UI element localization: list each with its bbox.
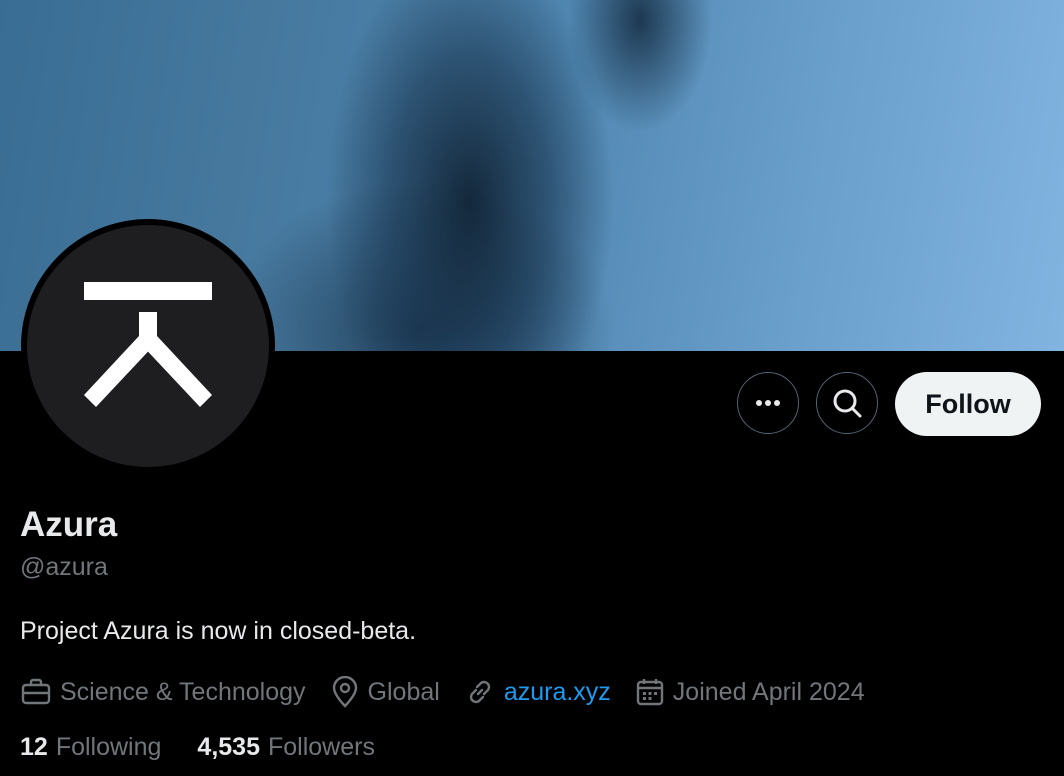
avatar[interactable] (21, 219, 275, 473)
profile-handle: @azura (20, 553, 108, 581)
following-link[interactable]: 12 Following (20, 733, 161, 762)
follow-button[interactable]: Follow (895, 372, 1041, 436)
briefcase-icon (21, 678, 51, 705)
location-item: Global (330, 676, 440, 708)
search-profile-button[interactable] (816, 372, 878, 434)
more-options-button[interactable] (737, 372, 799, 434)
website-link[interactable]: azura.xyz (504, 678, 611, 707)
avatar-image (27, 225, 269, 467)
calendar-icon (636, 679, 663, 706)
location-label: Global (367, 677, 440, 706)
followers-count: 4,535 (197, 733, 260, 761)
more-options-icon (756, 400, 780, 406)
link-icon (469, 680, 490, 704)
profile-meta: Science & Technology Global azura.xyz Jo… (20, 673, 889, 711)
website-item[interactable]: azura.xyz (464, 676, 611, 708)
category-label: Science & Technology (60, 677, 306, 706)
joined-label: Joined April 2024 (672, 677, 865, 706)
search-icon (833, 389, 862, 418)
profile-page: Follow Azura @azura Project Azura is now… (0, 0, 1064, 776)
category-item: Science & Technology (20, 676, 306, 708)
following-label: Following (55, 733, 162, 761)
joined-item: Joined April 2024 (635, 676, 865, 708)
following-count: 12 (20, 733, 48, 761)
azura-logo-icon (84, 282, 212, 407)
profile-stats: 12 Following 4,535 Followers (20, 733, 411, 762)
followers-label: Followers (267, 733, 375, 761)
followers-link[interactable]: 4,535 Followers (197, 733, 375, 762)
location-pin-icon (332, 676, 357, 708)
profile-bio: Project Azura is now in closed-beta. (20, 617, 417, 645)
profile-name: Azura (20, 505, 118, 544)
